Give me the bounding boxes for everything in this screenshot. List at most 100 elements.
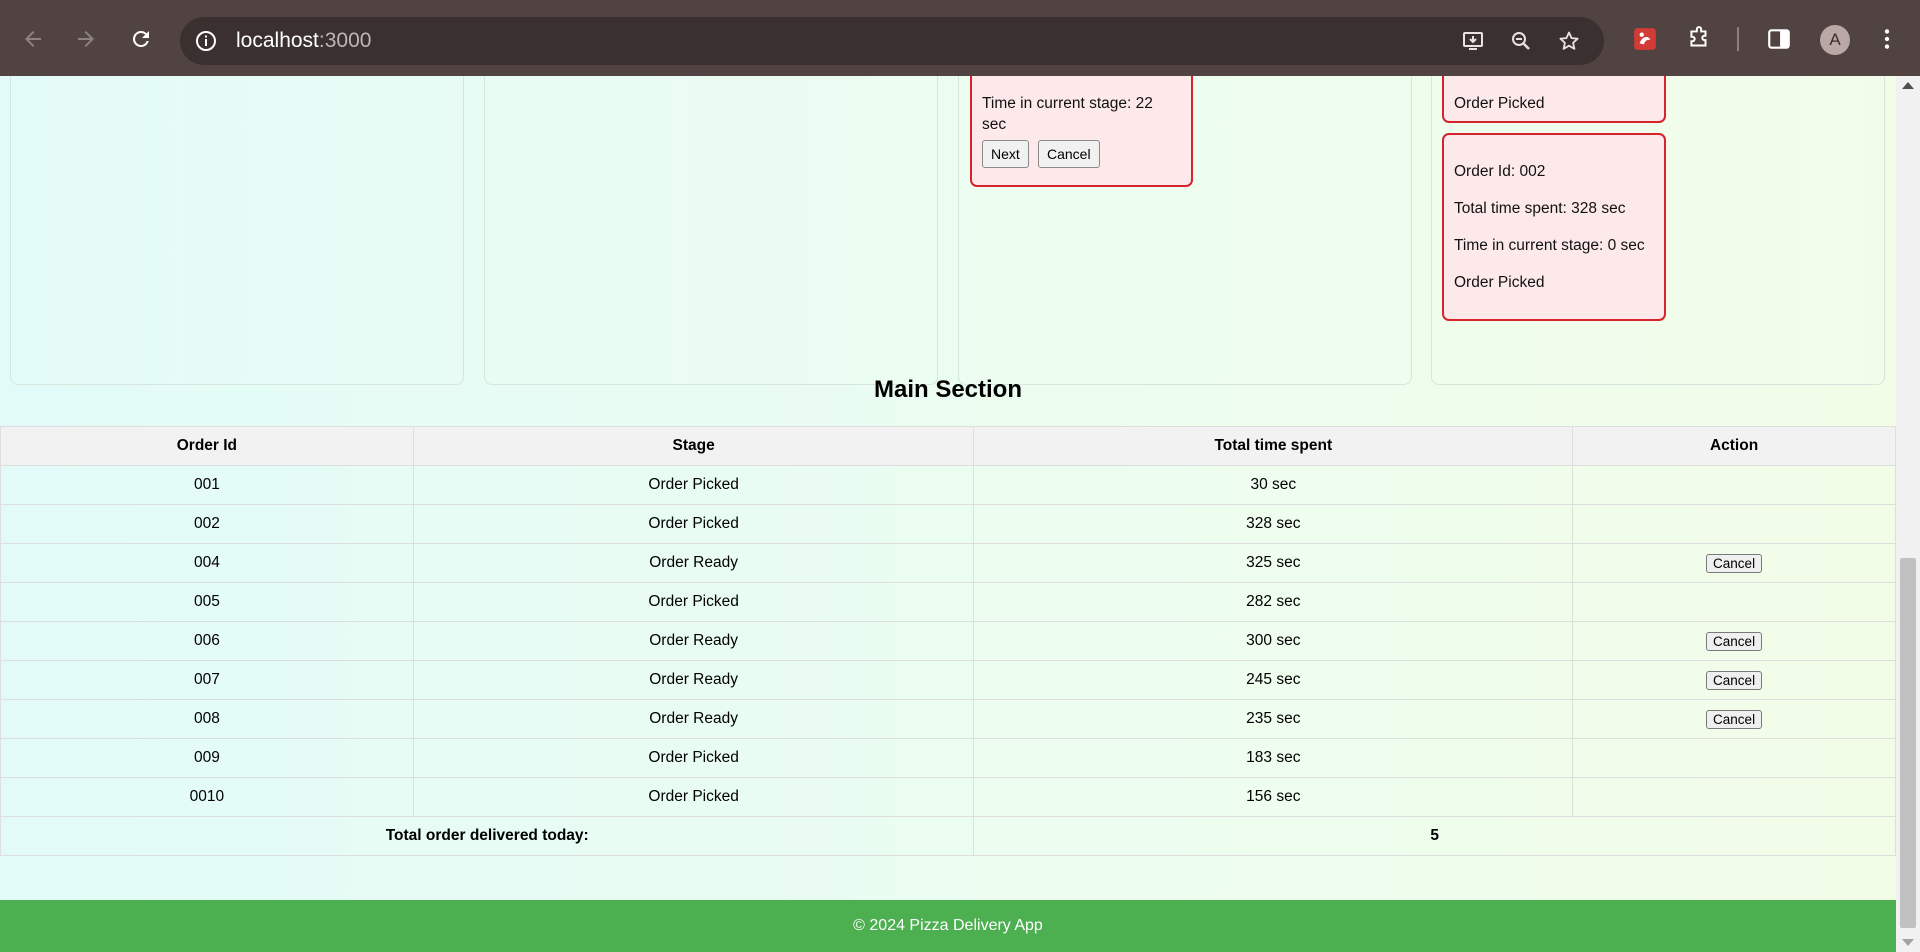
total-time-cell: 183 sec bbox=[973, 738, 1574, 778]
cancel-order-button[interactable]: Cancel bbox=[1706, 670, 1763, 690]
side-panel-icon[interactable] bbox=[1762, 22, 1796, 56]
stage-cell: Order Ready bbox=[412, 660, 975, 700]
stage-cell: Order Picked bbox=[412, 465, 975, 505]
zoom-icon[interactable] bbox=[1507, 27, 1535, 55]
browser-toolbar: localhost:3000 A bbox=[0, 0, 1920, 76]
avatar-letter: A bbox=[1829, 30, 1841, 49]
page-content: Time in current stage: 22 sec Next Cance… bbox=[0, 76, 1896, 952]
stage-column-1 bbox=[10, 76, 464, 385]
table-row: 002 Order Picked 328 sec bbox=[0, 504, 1896, 544]
extensions-puzzle-icon[interactable] bbox=[1682, 22, 1716, 56]
more-menu-icon[interactable] bbox=[1870, 22, 1904, 56]
extension-icon[interactable] bbox=[1628, 22, 1662, 56]
order-id-cell: 001 bbox=[0, 465, 414, 505]
table-row: 006 Order Ready 300 sec Cancel bbox=[0, 621, 1896, 661]
stage-cell: Order Ready bbox=[412, 543, 975, 583]
total-time-cell: 325 sec bbox=[973, 543, 1574, 583]
bookmark-star-icon[interactable] bbox=[1555, 27, 1583, 55]
url-host: localhost bbox=[236, 29, 319, 52]
cancel-order-button[interactable]: Cancel bbox=[1706, 553, 1763, 573]
stage-cell: Order Picked bbox=[412, 777, 975, 817]
forward-button[interactable] bbox=[69, 22, 103, 56]
orders-table: Order Id Stage Total time spent Action 0… bbox=[0, 426, 1896, 856]
column-header-stage: Stage bbox=[412, 426, 975, 466]
total-time-cell: 156 sec bbox=[973, 777, 1574, 817]
table-header-row: Order Id Stage Total time spent Action bbox=[0, 426, 1896, 466]
order-id-cell: 0010 bbox=[0, 777, 414, 817]
order-stage: Order Picked bbox=[1454, 95, 1545, 112]
cancel-order-button[interactable]: Cancel bbox=[1706, 709, 1763, 729]
table-row: 009 Order Picked 183 sec bbox=[0, 738, 1896, 778]
stage-cell: Order Ready bbox=[412, 699, 975, 739]
order-id-cell: 004 bbox=[0, 543, 414, 583]
stage-column-2 bbox=[484, 76, 938, 385]
time-in-stage-unit: sec bbox=[982, 116, 1007, 133]
column-header-order-id: Order Id bbox=[0, 426, 414, 466]
toolbar-divider bbox=[1737, 27, 1739, 51]
table-row: 008 Order Ready 235 sec Cancel bbox=[0, 699, 1896, 739]
total-row: Total order delivered today: 5 bbox=[0, 816, 1896, 856]
order-stage: Order Picked bbox=[1454, 274, 1545, 291]
info-icon[interactable] bbox=[194, 29, 218, 53]
action-cell: Cancel bbox=[1572, 699, 1896, 739]
order-id: Order Id: 002 bbox=[1454, 163, 1546, 180]
order-id-cell: 007 bbox=[0, 660, 414, 700]
action-cell bbox=[1572, 738, 1896, 778]
table-row: 005 Order Picked 282 sec bbox=[0, 582, 1896, 622]
table-row: 001 Order Picked 30 sec bbox=[0, 465, 1896, 505]
total-time-cell: 245 sec bbox=[973, 660, 1574, 700]
cancel-button[interactable]: Cancel bbox=[1038, 140, 1100, 168]
arrow-right-icon bbox=[78, 31, 94, 47]
footer-copyright: © 2024 Pizza Delivery App bbox=[853, 917, 1043, 934]
stage-cell: Order Ready bbox=[412, 621, 975, 661]
total-delivered-label: Total order delivered today: bbox=[0, 816, 975, 856]
action-cell: Cancel bbox=[1572, 543, 1896, 583]
page-scrollbar[interactable] bbox=[1896, 76, 1920, 952]
scroll-up-arrow-icon[interactable] bbox=[1902, 82, 1914, 89]
profile-avatar[interactable]: A bbox=[1820, 25, 1850, 55]
next-button[interactable]: Next bbox=[982, 140, 1029, 168]
order-id-cell: 005 bbox=[0, 582, 414, 622]
arrow-left-icon bbox=[25, 31, 41, 47]
address-bar[interactable]: localhost:3000 bbox=[180, 17, 1604, 65]
time-in-stage: Time in current stage: 0 sec bbox=[1454, 237, 1645, 254]
install-app-icon[interactable] bbox=[1459, 27, 1487, 55]
action-cell bbox=[1572, 465, 1896, 505]
table-row: 004 Order Ready 325 sec Cancel bbox=[0, 543, 1896, 583]
order-card: Order Picked bbox=[1442, 76, 1666, 123]
stage-cell: Order Picked bbox=[412, 504, 975, 544]
reload-icon bbox=[133, 31, 149, 47]
url-port: :3000 bbox=[318, 29, 372, 52]
table-row: 007 Order Ready 245 sec Cancel bbox=[0, 660, 1896, 700]
stage-cell: Order Picked bbox=[412, 738, 975, 778]
action-cell: Cancel bbox=[1572, 660, 1896, 700]
action-cell bbox=[1572, 582, 1896, 622]
order-id-cell: 006 bbox=[0, 621, 414, 661]
total-time-cell: 30 sec bbox=[973, 465, 1574, 505]
order-card: Order Id: 002 Total time spent: 328 sec … bbox=[1442, 133, 1666, 321]
total-time-cell: 328 sec bbox=[973, 504, 1574, 544]
column-header-total-time: Total time spent bbox=[973, 426, 1574, 466]
action-cell: Cancel bbox=[1572, 621, 1896, 661]
stage-column-3: Time in current stage: 22 sec Next Cance… bbox=[958, 76, 1412, 385]
total-time-spent: Total time spent: 328 sec bbox=[1454, 200, 1626, 217]
scrollbar-thumb[interactable] bbox=[1900, 558, 1916, 928]
stage-column-4: Order Picked Order Id: 002 Total time sp… bbox=[1431, 76, 1885, 385]
orders-table-body: 001 Order Picked 30 sec 002 Order Picked 328 … bbox=[0, 465, 1896, 817]
action-cell bbox=[1572, 777, 1896, 817]
order-id-cell: 008 bbox=[0, 699, 414, 739]
order-card: Time in current stage: 22 sec Next Cance… bbox=[970, 76, 1193, 187]
footer: © 2024 Pizza Delivery App bbox=[0, 900, 1896, 952]
time-in-stage: Time in current stage: 22 bbox=[982, 95, 1153, 112]
order-id-cell: 009 bbox=[0, 738, 414, 778]
back-button[interactable] bbox=[16, 22, 50, 56]
cancel-order-button[interactable]: Cancel bbox=[1706, 631, 1763, 651]
main-section-title: Main Section bbox=[873, 376, 1023, 403]
table-row: 0010 Order Picked 156 sec bbox=[0, 777, 1896, 817]
total-time-cell: 300 sec bbox=[973, 621, 1574, 661]
action-cell bbox=[1572, 504, 1896, 544]
url-text[interactable]: localhost:3000 bbox=[236, 29, 371, 53]
scroll-down-arrow-icon[interactable] bbox=[1902, 939, 1914, 946]
total-time-cell: 282 sec bbox=[973, 582, 1574, 622]
reload-button[interactable] bbox=[124, 22, 158, 56]
